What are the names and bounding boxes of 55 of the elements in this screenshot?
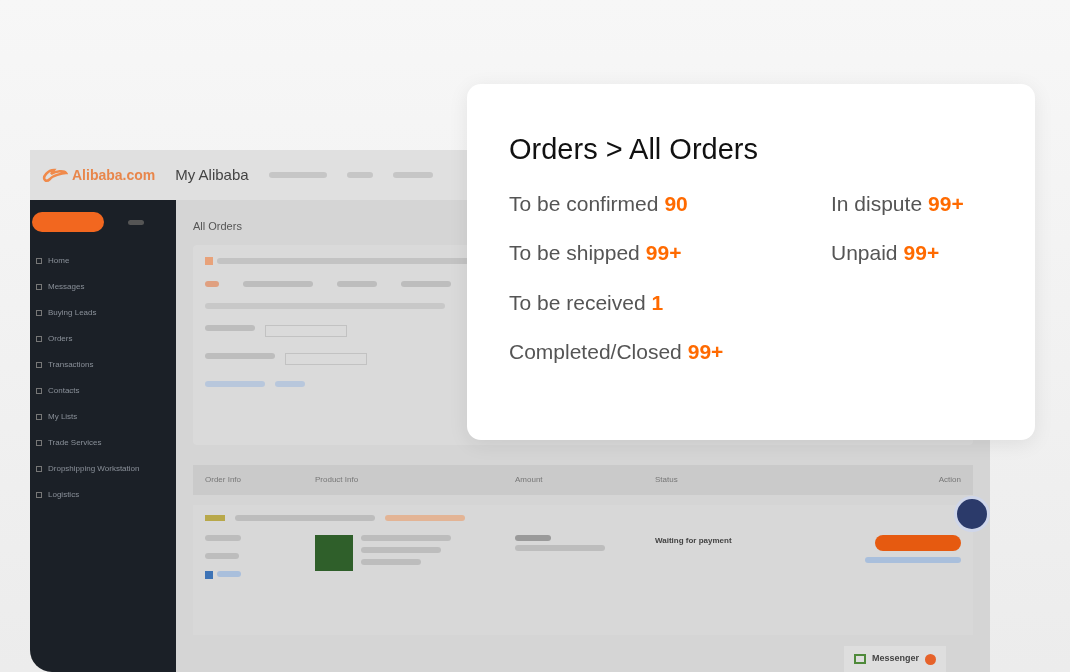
stat-count: 99+	[903, 240, 940, 266]
sidebar-item[interactable]: Orders	[30, 326, 176, 352]
blurred-text-line	[346, 172, 373, 178]
column-header: Product Info	[315, 473, 360, 486]
stat-label[interactable]: To be received	[509, 286, 646, 318]
logo-icon	[42, 167, 68, 183]
blurred-text-line	[515, 534, 551, 541]
buy-toggle[interactable]	[32, 212, 104, 232]
sell-toggle[interactable]	[128, 219, 144, 225]
column-header: Status	[655, 473, 679, 486]
stat-count: 99+	[928, 190, 964, 217]
sidebar-item[interactable]: My Lists	[30, 404, 176, 430]
blurred-text-line	[361, 558, 421, 565]
column-header: Order Info	[205, 473, 242, 486]
blurred-text-line	[401, 280, 451, 287]
blurred-text-line	[205, 552, 239, 559]
stat-label[interactable]: In dispute	[831, 187, 923, 219]
blurred-text-line	[205, 380, 265, 387]
sidebar-item[interactable]: Messages	[30, 274, 176, 300]
sidebar-item[interactable]: Trade Services	[30, 430, 176, 456]
stat-count: 99+	[645, 240, 682, 266]
stat-label[interactable]: Unpaid	[831, 237, 898, 269]
blurred-text-line	[392, 172, 433, 178]
sidebar-item[interactable]: Dropshipping Workstation	[30, 456, 176, 482]
sidebar-item[interactable]: Transactions	[30, 352, 176, 378]
photo-placeholder	[315, 534, 353, 571]
support-avatar-icon[interactable]	[954, 496, 990, 532]
sidebar-item[interactable]: Contacts	[30, 378, 176, 404]
blurred-text-line	[205, 324, 255, 331]
order-status: Waiting for payment	[655, 534, 733, 547]
stat-label[interactable]: To be confirmed	[509, 187, 659, 219]
section-title: All Orders	[193, 219, 243, 234]
messenger-bar[interactable]: Messenger	[843, 646, 946, 672]
blurred-text-line	[337, 280, 377, 287]
blurred-text-line	[275, 380, 305, 387]
stat-label[interactable]: Completed/Closed	[509, 336, 682, 368]
stat-count: 90	[664, 190, 688, 217]
blurred-text-line	[205, 352, 275, 359]
stat-count: 99+	[687, 339, 724, 365]
stat-count: 1	[651, 289, 664, 316]
blurred-text-line	[205, 280, 219, 287]
select-field[interactable]	[265, 324, 347, 337]
blurred-text-line	[268, 172, 327, 178]
select-field[interactable]	[285, 352, 367, 365]
column-header: Amount	[515, 473, 544, 486]
sidebar-item[interactable]: Buying Leads	[30, 300, 176, 326]
column-header: Action	[938, 473, 961, 486]
stat-label[interactable]: To be shipped	[509, 237, 640, 269]
blurred-text-line	[243, 280, 313, 287]
page-title: My Alibaba	[175, 164, 249, 185]
card-title: Orders > All Orders	[509, 132, 759, 167]
sidebar-item[interactable]: Logistics	[30, 482, 176, 508]
blurred-text-line	[205, 534, 241, 541]
blurred-text-line	[217, 570, 241, 577]
sidebar-item[interactable]: Home	[30, 248, 176, 274]
